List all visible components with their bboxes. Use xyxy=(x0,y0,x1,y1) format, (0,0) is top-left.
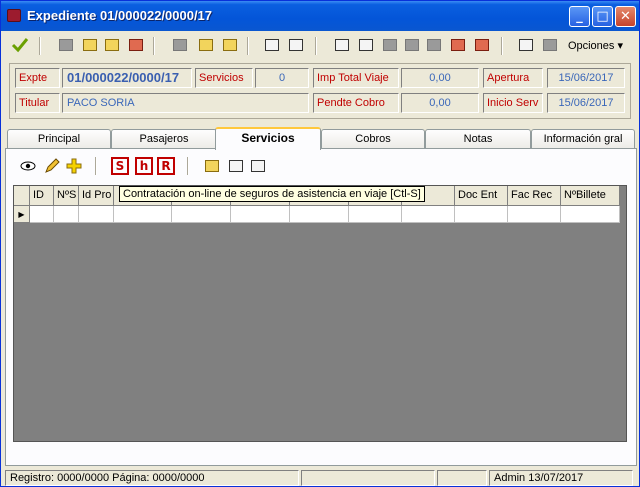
grid-cell[interactable] xyxy=(290,206,349,223)
grid-cell[interactable] xyxy=(30,206,54,223)
window-title: Expediente 01/000022/0000/17 xyxy=(27,8,213,23)
status-user-date: Admin 13/07/2017 xyxy=(489,470,633,486)
servicios-label: Servicios xyxy=(195,68,253,88)
grid-cell[interactable] xyxy=(114,206,172,223)
tab-principal[interactable]: Principal xyxy=(7,129,111,149)
toolbar-separator xyxy=(501,37,503,55)
column-header[interactable]: ID xyxy=(30,186,54,206)
titular-label: Titular xyxy=(15,93,60,113)
options-menu[interactable]: Opciones ▾ xyxy=(568,39,623,52)
pencil-icon[interactable] xyxy=(43,157,61,175)
grid-cell[interactable] xyxy=(508,206,561,223)
tab-cobros[interactable]: Cobros xyxy=(321,129,425,149)
inicio-label: Inicio Serv xyxy=(483,93,543,113)
checklist-icon[interactable] xyxy=(203,157,221,175)
tab-notas[interactable]: Notas xyxy=(425,129,531,149)
table-row[interactable]: ▶ xyxy=(14,206,620,223)
maximize-button[interactable]: □ xyxy=(592,6,613,27)
toolbar-separator xyxy=(315,37,317,55)
grid-cell[interactable] xyxy=(402,206,455,223)
status-cell xyxy=(437,470,487,486)
note-icon[interactable] xyxy=(197,36,215,54)
column-header[interactable]: Fac Rec xyxy=(508,186,561,206)
services-grid[interactable]: ID NºS Id Pro Inf Doc Ent Fac Rec NºBill… xyxy=(13,185,627,442)
grid-cell[interactable] xyxy=(455,206,508,223)
column-header[interactable]: Doc Ent xyxy=(455,186,508,206)
main-toolbar: Opciones ▾ xyxy=(3,33,637,59)
close-button[interactable]: ✕ xyxy=(615,6,636,27)
exit-icon[interactable] xyxy=(517,36,535,54)
disabled-icon xyxy=(403,36,421,54)
grid-cell[interactable] xyxy=(172,206,231,223)
toolbar-separator xyxy=(247,37,249,55)
column-header[interactable]: NºBillete xyxy=(561,186,620,206)
r-icon[interactable]: R xyxy=(157,157,175,175)
status-cell xyxy=(301,470,435,486)
tab-informacion-gral[interactable]: Información gral xyxy=(531,129,635,149)
document-icon[interactable] xyxy=(333,36,351,54)
mail-icon[interactable] xyxy=(449,36,467,54)
print-preview-icon[interactable] xyxy=(287,36,305,54)
imp-total-value[interactable]: 0,00 xyxy=(401,68,479,88)
apertura-value[interactable]: 15/06/2017 xyxy=(547,68,625,88)
titular-value[interactable]: PACO SORIA xyxy=(62,93,309,113)
disabled-icon xyxy=(381,36,399,54)
h-icon[interactable]: h xyxy=(135,157,153,175)
toolbar-separator xyxy=(39,37,41,55)
disabled-icon xyxy=(425,36,443,54)
title-bar[interactable]: Expediente 01/000022/0000/17 _ □ ✕ xyxy=(1,1,639,31)
expte-value[interactable]: 01/000022/0000/17 xyxy=(62,68,192,88)
new-folder-icon[interactable] xyxy=(103,36,121,54)
tab-strip: Principal Pasajeros Servicios Cobros Not… xyxy=(5,127,637,150)
servicios-value[interactable]: 0 xyxy=(255,68,309,88)
seguros-s-icon[interactable]: S xyxy=(111,157,129,175)
status-bar: Registro: 0000/0000 Página: 0000/0000 Ad… xyxy=(3,470,637,486)
export-icon[interactable] xyxy=(473,36,491,54)
toolbar-separator xyxy=(153,37,155,55)
apertura-label: Apertura xyxy=(483,68,543,88)
open-folder-icon[interactable] xyxy=(81,36,99,54)
row-indicator-icon: ▶ xyxy=(14,206,30,223)
pendte-value[interactable]: 0,00 xyxy=(401,93,479,113)
pendte-label: Pendte Cobro xyxy=(313,93,399,113)
services-toolbar: S h R xyxy=(7,153,627,179)
copy-icon[interactable] xyxy=(171,36,189,54)
camera-icon[interactable] xyxy=(127,36,145,54)
settings-icon[interactable] xyxy=(357,36,375,54)
app-icon xyxy=(7,9,21,22)
grid-cell[interactable] xyxy=(561,206,620,223)
add-icon[interactable] xyxy=(65,157,83,175)
toolbar-separator xyxy=(187,157,189,175)
status-registro: Registro: 0000/0000 Página: 0000/0000 xyxy=(5,470,299,486)
column-header[interactable]: Id Pro xyxy=(79,186,114,206)
folder-icon[interactable] xyxy=(57,36,75,54)
toolbar-separator xyxy=(95,157,97,175)
eye-icon[interactable] xyxy=(19,157,37,175)
grid-cell[interactable] xyxy=(231,206,290,223)
imp-total-label: Imp Total Viaje xyxy=(313,68,399,88)
grid-cell[interactable] xyxy=(79,206,114,223)
grid-corner xyxy=(14,186,30,206)
expte-label: Expte xyxy=(15,68,60,88)
check-icon[interactable] xyxy=(11,36,29,54)
link-icon[interactable] xyxy=(227,157,245,175)
print-icon[interactable] xyxy=(263,36,281,54)
tooltip: Contratación on-line de seguros de asist… xyxy=(119,186,425,202)
main-window: Expediente 01/000022/0000/17 _ □ ✕ Opcio… xyxy=(0,0,640,487)
tab-pasajeros[interactable]: Pasajeros xyxy=(111,129,217,149)
minimize-button[interactable]: _ xyxy=(569,6,590,27)
inicio-value[interactable]: 15/06/2017 xyxy=(547,93,625,113)
tab-servicios[interactable]: Servicios xyxy=(215,127,321,150)
column-header[interactable]: NºS xyxy=(54,186,79,206)
grid-cell[interactable] xyxy=(349,206,402,223)
grid-cell[interactable] xyxy=(54,206,79,223)
stack-icon[interactable] xyxy=(221,36,239,54)
phone-icon[interactable] xyxy=(541,36,559,54)
list-icon[interactable] xyxy=(249,157,267,175)
